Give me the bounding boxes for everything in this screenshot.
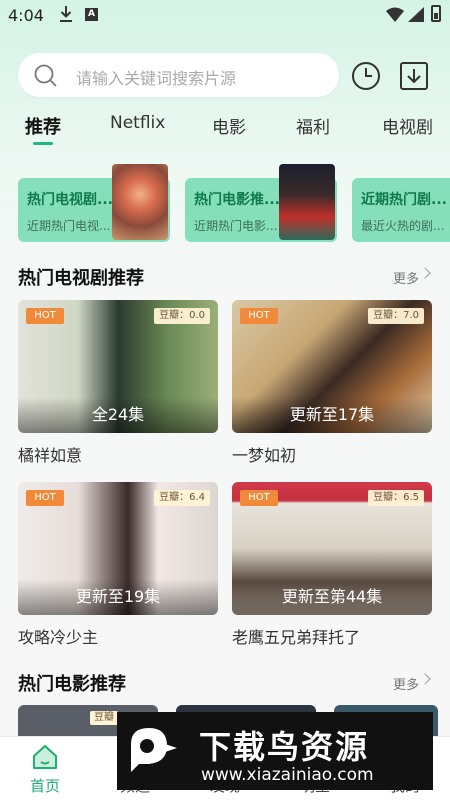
- nav-home[interactable]: 首页: [15, 775, 75, 796]
- tv-more-link[interactable]: 更多: [393, 267, 431, 287]
- status-bar: 4:04 A: [0, 0, 450, 30]
- section-title-tv: 热门电视剧推荐: [18, 268, 144, 289]
- category-subtitle: 最近火热的剧...: [361, 219, 445, 233]
- category-card-recent-drama[interactable]: 近期热门剧... 最近火热的剧...: [352, 178, 450, 242]
- tv-card-2[interactable]: HOT 豆瓣：7.0 更新至17集: [232, 300, 432, 433]
- status-time: 4:04: [8, 6, 44, 25]
- section-title-movie: 热门电影推荐: [18, 674, 126, 695]
- home-icon[interactable]: [31, 743, 59, 771]
- more-label: 更多: [393, 272, 420, 287]
- category-subtitle: 近期热门电视...: [27, 219, 111, 233]
- chevron-right-icon: [419, 267, 431, 279]
- episode-status: 更新至第44集: [232, 579, 432, 615]
- watermark-name: 下载鸟资源: [199, 728, 370, 766]
- douban-score: 豆瓣：6.5: [368, 490, 424, 506]
- douban-score: 豆瓣：0.0: [154, 308, 210, 324]
- episode-status: 更新至17集: [232, 397, 432, 433]
- hot-badge: HOT: [26, 308, 64, 324]
- tab-netflix[interactable]: Netflix: [110, 113, 165, 133]
- search-placeholder: 请输入关键词搜索片源: [76, 69, 237, 88]
- episode-status: 全24集: [18, 397, 218, 433]
- download-icon[interactable]: [398, 60, 430, 92]
- category-subtitle: 近期热门电影...: [194, 219, 278, 233]
- watermark-banner: 下载鸟资源 www.xiazainiao.com: [117, 712, 433, 790]
- category-title: 热门电视剧...: [27, 192, 113, 208]
- tv-card-3[interactable]: HOT 豆瓣：6.4 更新至19集: [18, 482, 218, 615]
- battery-icon: [431, 5, 441, 22]
- watermark-url: www.xiazainiao.com: [201, 765, 374, 785]
- history-icon[interactable]: [350, 60, 382, 92]
- category-tabs: 推荐 Netflix 电影 福利 电视剧: [0, 110, 450, 146]
- movie-more-link[interactable]: 更多: [393, 673, 431, 693]
- tv-title-1[interactable]: 橘祥如意: [18, 442, 82, 466]
- douban-score: 豆瓣：7.0: [368, 308, 424, 324]
- category-card-hot-tv[interactable]: 热门电视剧... 近期热门电视...: [18, 164, 170, 242]
- category-poster: [112, 164, 168, 240]
- signal-icon: [408, 7, 424, 22]
- wifi-icon: [386, 7, 404, 22]
- search-icon: [34, 64, 57, 87]
- app-notification-icon: A: [85, 8, 98, 21]
- search-bar[interactable]: 请输入关键词搜索片源: [18, 53, 339, 97]
- douban-score: 豆瓣: [90, 711, 118, 725]
- hot-badge: HOT: [240, 490, 278, 506]
- tab-tv-series[interactable]: 电视剧: [382, 113, 433, 138]
- category-title: 热门电影推...: [194, 192, 280, 208]
- tab-recommend[interactable]: 推荐: [25, 113, 61, 139]
- douban-score: 豆瓣：6.4: [154, 490, 210, 506]
- tab-welfare[interactable]: 福利: [296, 113, 330, 138]
- tv-title-4[interactable]: 老鹰五兄弟拜托了: [232, 624, 360, 648]
- chevron-right-icon: [419, 673, 431, 685]
- hot-badge: HOT: [240, 308, 278, 324]
- more-label: 更多: [393, 678, 420, 693]
- download-notification-icon: [60, 6, 72, 22]
- category-title: 近期热门剧...: [361, 192, 447, 208]
- watermark-logo-icon: [131, 728, 177, 772]
- tv-title-3[interactable]: 攻略冷少主: [18, 624, 98, 648]
- tab-active-indicator: [33, 142, 53, 145]
- category-card-hot-movie[interactable]: 热门电影推... 近期热门电影...: [185, 164, 337, 242]
- tv-card-4[interactable]: HOT 豆瓣：6.5 更新至第44集: [232, 482, 432, 615]
- episode-status: 更新至19集: [18, 579, 218, 615]
- category-poster: [279, 164, 335, 240]
- hot-badge: HOT: [26, 490, 64, 506]
- tv-card-1[interactable]: HOT 豆瓣：0.0 全24集: [18, 300, 218, 433]
- tv-title-2[interactable]: 一梦如初: [232, 442, 296, 466]
- tab-movie[interactable]: 电影: [212, 113, 246, 138]
